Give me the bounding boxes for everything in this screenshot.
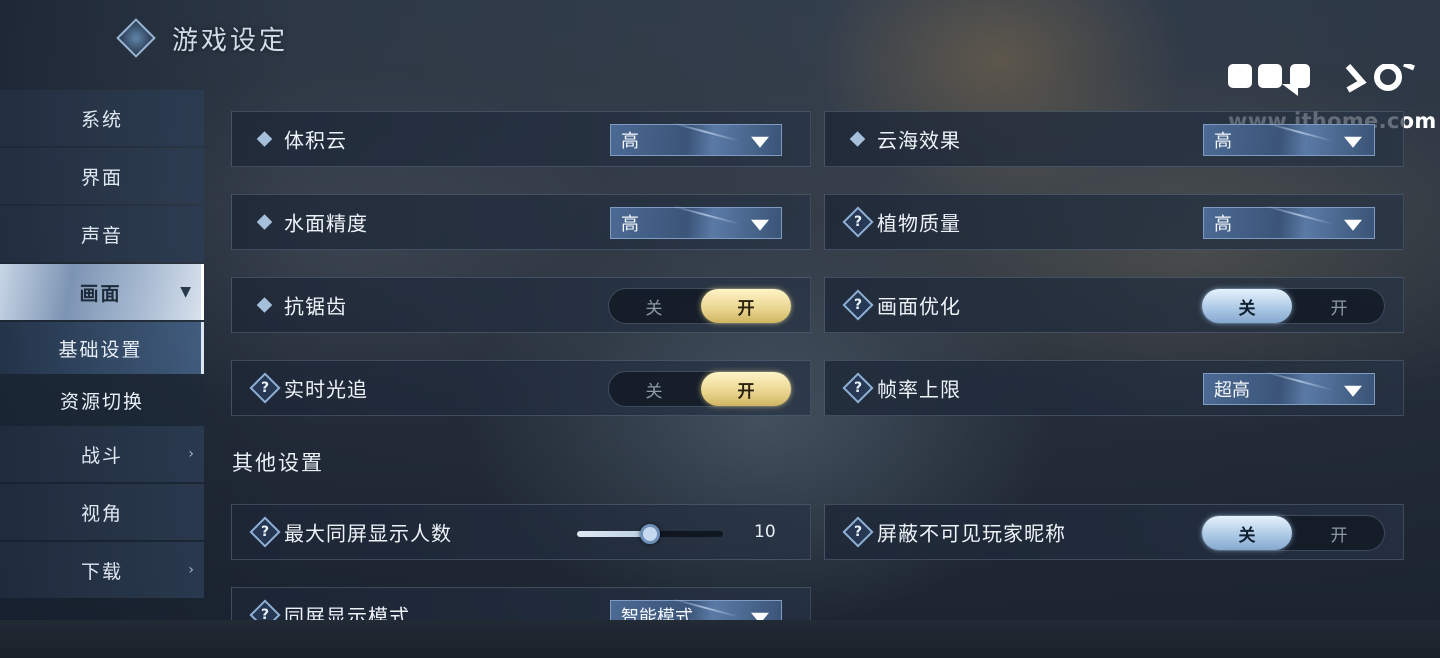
setting-label: 水面精度 <box>284 211 368 236</box>
sidebar-item-download[interactable]: 下载 › <box>0 542 204 598</box>
setting-row-antialiasing: 抗锯齿 关 开 <box>231 277 811 333</box>
help-icon[interactable]: ? <box>842 516 874 548</box>
chevron-right-icon: › <box>188 446 196 462</box>
toggle-on-option[interactable]: 开 <box>1294 516 1384 550</box>
water-quality-dropdown[interactable]: 高 <box>610 204 782 239</box>
sidebar-item-camera[interactable]: 视角 <box>0 484 204 540</box>
setting-row-ray-tracing: ? 实时光追 关 开 <box>231 360 811 416</box>
diamond-bullet-icon <box>256 131 273 147</box>
diamond-bullet-icon <box>256 297 273 313</box>
emblem-icon <box>110 12 162 64</box>
slider-handle[interactable] <box>640 524 660 544</box>
section-title-other-settings: 其他设置 <box>232 451 324 475</box>
diamond-bullet-icon <box>256 214 273 230</box>
cloud-sea-dropdown[interactable]: 高 <box>1203 121 1375 156</box>
max-players-slider[interactable] <box>577 524 723 544</box>
setting-label: 体积云 <box>284 128 347 153</box>
sidebar-item-label: 声音 <box>80 224 123 247</box>
settings-screen: 游戏设定 www.ithome.com 系统 界面 声音 画面 ▼ 基础设置 资… <box>0 0 1440 620</box>
graphics-submenu: 基础设置 资源切换 <box>0 322 204 426</box>
screen-header: 游戏设定 <box>110 12 288 64</box>
sidebar-item-label: 视角 <box>80 502 123 525</box>
sidebar-subitem-label: 资源切换 <box>59 390 144 413</box>
dropdown-arrow-icon <box>751 612 769 620</box>
setting-row-max-players: ? 最大同屏显示人数 10 <box>231 504 811 560</box>
toggle-off-option[interactable]: 关 <box>1202 289 1292 323</box>
dropdown-arrow-icon <box>751 219 769 231</box>
sidebar-subitem-basic-settings[interactable]: 基础设置 <box>0 322 204 374</box>
sidebar-item-sound[interactable]: 声音 <box>0 206 204 262</box>
page-title: 游戏设定 <box>172 25 289 56</box>
setting-label: 抗锯齿 <box>284 294 347 319</box>
bottom-shadow <box>0 620 1440 658</box>
toggle-off-option[interactable]: 关 <box>609 289 699 323</box>
setting-row-cloud-sea: 云海效果 高 <box>824 111 1404 167</box>
toggle-off-option[interactable]: 关 <box>1202 516 1292 550</box>
chevron-down-icon: ▼ <box>180 284 193 300</box>
slider-value: 10 <box>754 522 776 542</box>
setting-row-image-optimization: ? 画面优化 关 开 <box>824 277 1404 333</box>
dropdown-arrow-icon <box>1344 385 1362 397</box>
help-icon[interactable]: ? <box>249 599 281 620</box>
diamond-bullet-icon <box>849 131 866 147</box>
ithome-logo-icon <box>1228 64 1415 96</box>
sidebar-subitem-label: 基础设置 <box>58 338 143 361</box>
sidebar-item-label: 画面 <box>79 282 122 305</box>
dropdown-arrow-icon <box>1344 219 1362 231</box>
sidebar-item-label: 系统 <box>80 108 123 131</box>
setting-row-volumetric-clouds: 体积云 高 <box>231 111 811 167</box>
antialiasing-toggle[interactable]: 关 开 <box>608 288 792 324</box>
sidebar-item-combat[interactable]: 战斗 › <box>0 426 204 482</box>
setting-label: 实时光追 <box>284 377 368 402</box>
ray-tracing-toggle[interactable]: 关 开 <box>608 371 792 407</box>
setting-label: 屏蔽不可见玩家昵称 <box>877 521 1066 546</box>
help-icon[interactable]: ? <box>842 372 874 404</box>
setting-row-plant-quality: ? 植物质量 高 <box>824 194 1404 250</box>
dropdown-value: 高 <box>621 214 639 235</box>
sidebar-subitem-resource-switch[interactable]: 资源切换 <box>0 374 204 426</box>
sidebar-item-system[interactable]: 系统 <box>0 90 204 146</box>
sidebar-item-interface[interactable]: 界面 <box>0 148 204 204</box>
dropdown-arrow-icon <box>1344 136 1362 148</box>
setting-row-hide-nicknames: ? 屏蔽不可见玩家昵称 关 开 <box>824 504 1404 560</box>
dropdown-value: 超高 <box>1214 380 1250 401</box>
help-icon[interactable]: ? <box>249 372 281 404</box>
setting-label: 画面优化 <box>877 294 961 319</box>
setting-label: 植物质量 <box>877 211 961 236</box>
setting-label: 云海效果 <box>877 128 961 153</box>
plant-quality-dropdown[interactable]: 高 <box>1203 204 1375 239</box>
setting-row-water-quality: 水面精度 高 <box>231 194 811 250</box>
dropdown-value: 高 <box>1214 131 1232 152</box>
help-icon[interactable]: ? <box>249 516 281 548</box>
frame-limit-dropdown[interactable]: 超高 <box>1203 370 1375 405</box>
dropdown-value: 高 <box>1214 214 1232 235</box>
sidebar: 系统 界面 声音 画面 ▼ 基础设置 资源切换 战斗 › 视角 下载 › <box>0 90 204 600</box>
toggle-on-option[interactable]: 开 <box>701 372 791 406</box>
toggle-on-option[interactable]: 开 <box>701 289 791 323</box>
dropdown-arrow-icon <box>751 136 769 148</box>
volumetric-clouds-dropdown[interactable]: 高 <box>610 121 782 156</box>
image-optimization-toggle[interactable]: 关 开 <box>1201 288 1385 324</box>
setting-row-frame-limit: ? 帧率上限 超高 <box>824 360 1404 416</box>
hide-nicknames-toggle[interactable]: 关 开 <box>1201 515 1385 551</box>
dropdown-value: 智能模式 <box>621 607 693 620</box>
toggle-on-option[interactable]: 开 <box>1294 289 1384 323</box>
dropdown-value: 高 <box>621 131 639 152</box>
chevron-right-icon: › <box>188 562 196 578</box>
setting-label: 同屏显示模式 <box>284 604 410 621</box>
setting-label: 帧率上限 <box>877 377 961 402</box>
sidebar-item-label: 界面 <box>80 166 123 189</box>
setting-row-display-mode: ? 同屏显示模式 智能模式 <box>231 587 811 620</box>
display-mode-dropdown[interactable]: 智能模式 <box>610 597 782 620</box>
setting-label: 最大同屏显示人数 <box>284 521 452 546</box>
help-icon[interactable]: ? <box>842 289 874 321</box>
sidebar-item-label: 下载 <box>80 560 123 583</box>
toggle-off-option[interactable]: 关 <box>609 372 699 406</box>
sidebar-item-label: 战斗 <box>80 444 123 467</box>
sidebar-item-graphics[interactable]: 画面 ▼ <box>0 264 204 320</box>
help-icon[interactable]: ? <box>842 206 874 238</box>
